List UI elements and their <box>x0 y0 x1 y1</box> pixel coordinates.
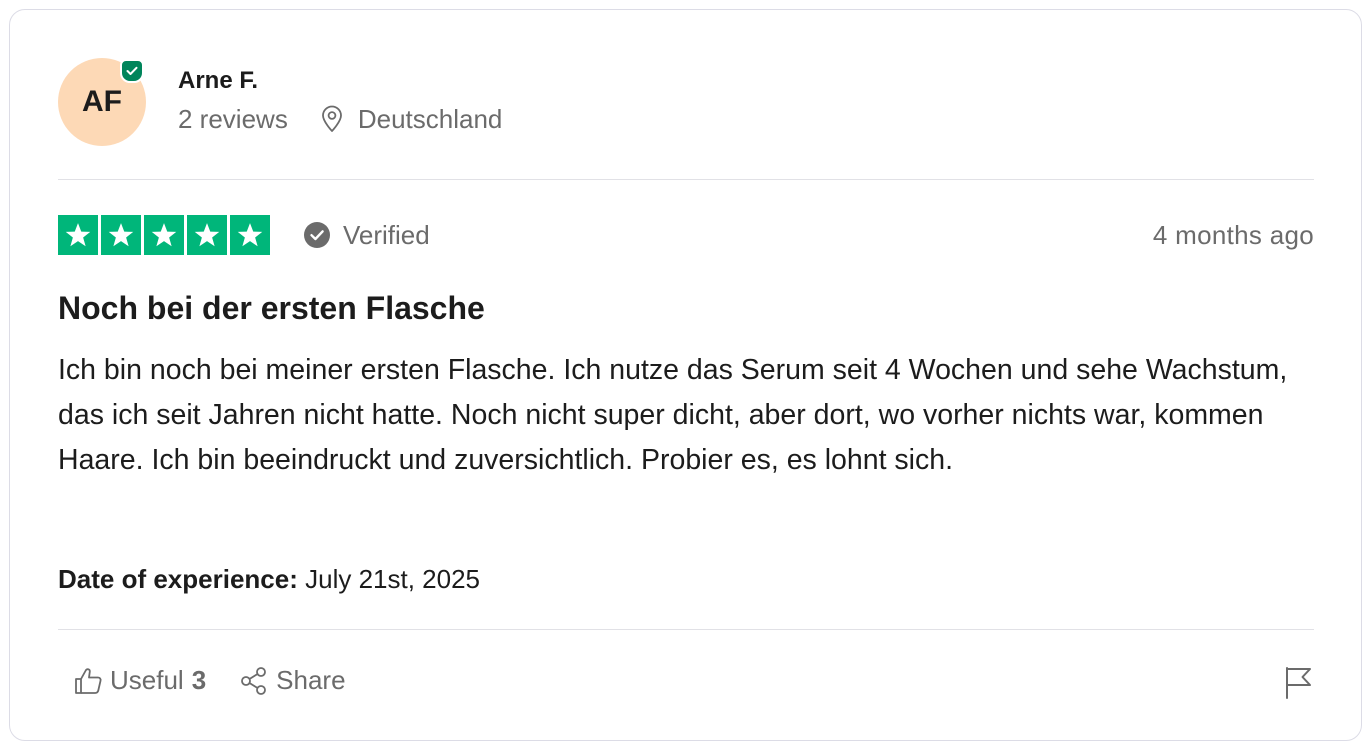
location-pin-icon <box>321 105 342 132</box>
share-icon <box>241 666 267 695</box>
avatar-initials: AF <box>82 85 122 118</box>
reviewer-meta: 2 reviews Deutschland <box>178 104 502 135</box>
star-rating <box>58 215 273 255</box>
avatar[interactable]: AF <box>58 58 146 146</box>
review-actions: Useful 3 Share <box>72 665 346 696</box>
share-button[interactable]: Share <box>238 665 346 696</box>
flag-icon[interactable] <box>1284 666 1312 700</box>
useful-button[interactable]: Useful 3 <box>72 665 206 696</box>
thumbs-up-icon <box>75 667 102 694</box>
review-card: AF Arne F. 2 reviews Deutschland Verifie… <box>9 9 1362 741</box>
header-divider <box>58 179 1314 180</box>
star-icon <box>187 215 227 255</box>
verified-check-icon <box>304 222 330 248</box>
useful-count: 3 <box>191 665 207 695</box>
review-title[interactable]: Noch bei der ersten Flasche <box>58 290 485 327</box>
verified-label[interactable]: Verified <box>303 220 430 251</box>
experience-date: July 21st, 2025 <box>305 564 480 594</box>
location-label: Deutschland <box>357 103 503 134</box>
review-text: Ich bin noch bei meiner ersten Flasche. … <box>58 354 1288 476</box>
reviewer-name[interactable]: Arne F. <box>178 66 502 96</box>
reviewer-header: AF Arne F. 2 reviews Deutschland <box>58 58 502 146</box>
location: Deutschland <box>320 103 503 135</box>
rating-row: Verified 4 months ago <box>58 215 1314 255</box>
reviews-count: 2 reviews <box>178 103 288 134</box>
star-icon <box>230 215 270 255</box>
review-posted-date: 4 months ago <box>1152 219 1314 250</box>
star-icon <box>101 215 141 255</box>
reviewer-info: Arne F. 2 reviews Deutschland <box>178 66 502 135</box>
verified-profile-badge-icon <box>120 59 144 83</box>
footer-divider <box>58 629 1314 630</box>
experience-label: Date of experience: <box>58 564 298 594</box>
star-icon <box>144 215 184 255</box>
share-label: Share <box>276 665 346 695</box>
verified-text: Verified <box>343 219 430 250</box>
date-of-experience: Date of experience: July 21st, 2025 <box>58 564 480 595</box>
star-icon <box>58 215 98 255</box>
useful-label: Useful <box>110 665 184 695</box>
